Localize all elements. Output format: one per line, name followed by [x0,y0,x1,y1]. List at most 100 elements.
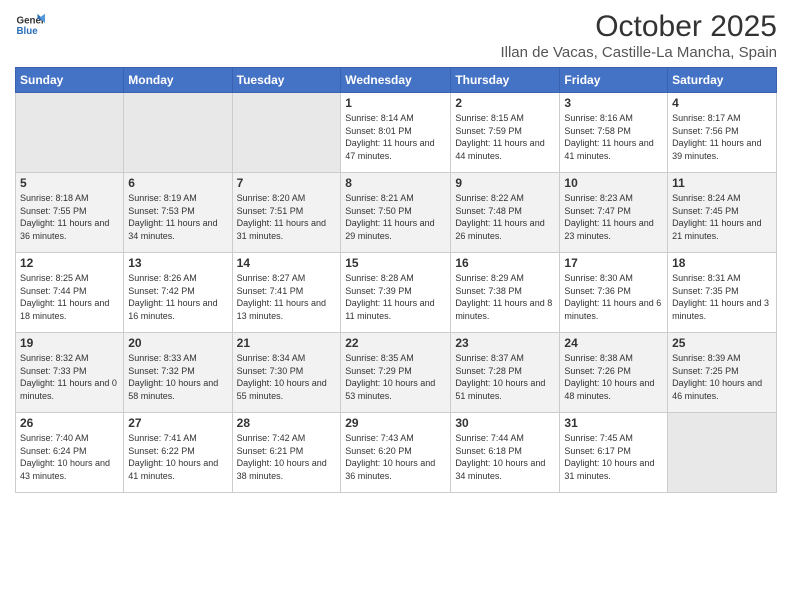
day-info: Sunrise: 8:32 AM Sunset: 7:33 PM Dayligh… [20,352,119,402]
calendar-cell: 28 Sunrise: 7:42 AM Sunset: 6:21 PM Dayli… [232,413,341,493]
col-monday: Monday [124,68,232,93]
col-thursday: Thursday [451,68,560,93]
day-number: 11 [672,176,772,190]
day-info: Sunrise: 8:30 AM Sunset: 7:36 PM Dayligh… [564,272,663,322]
day-info: Sunrise: 8:15 AM Sunset: 7:59 PM Dayligh… [455,112,555,162]
calendar-week-row: 5 Sunrise: 8:18 AM Sunset: 7:55 PM Daylig… [16,173,777,253]
day-info: Sunrise: 8:19 AM Sunset: 7:53 PM Dayligh… [128,192,227,242]
col-sunday: Sunday [16,68,124,93]
title-block: October 2025 Illan de Vacas, Castille-La… [500,10,777,61]
day-number: 30 [455,416,555,430]
day-info: Sunrise: 7:42 AM Sunset: 6:21 PM Dayligh… [237,432,337,482]
calendar-cell: 25 Sunrise: 8:39 AM Sunset: 7:25 PM Dayli… [668,333,777,413]
calendar-cell: 8Sunrise: 8:21 AM Sunset: 7:50 PM Daylig… [341,173,451,253]
calendar-week-row: 19 Sunrise: 8:32 AM Sunset: 7:33 PM Dayli… [16,333,777,413]
calendar-table: Sunday Monday Tuesday Wednesday Thursday… [15,67,777,493]
day-info: Sunrise: 8:31 AM Sunset: 7:35 PM Dayligh… [672,272,772,322]
day-number: 25 [672,336,772,350]
calendar-cell: 20 Sunrise: 8:33 AM Sunset: 7:32 PM Dayli… [124,333,232,413]
day-info: Sunrise: 8:20 AM Sunset: 7:51 PM Dayligh… [237,192,337,242]
calendar-cell: 13 Sunrise: 8:26 AM Sunset: 7:42 PM Dayli… [124,253,232,333]
calendar-cell: 18Sunrise: 8:31 AM Sunset: 7:35 PM Dayli… [668,253,777,333]
calendar-cell: 31 Sunrise: 7:45 AM Sunset: 6:17 PM Dayli… [560,413,668,493]
day-number: 31 [564,416,663,430]
calendar-cell [668,413,777,493]
day-number: 24 [564,336,663,350]
day-info: Sunrise: 8:25 AM Sunset: 7:44 PM Dayligh… [20,272,119,322]
calendar-cell: 5 Sunrise: 8:18 AM Sunset: 7:55 PM Daylig… [16,173,124,253]
day-number: 7 [237,176,337,190]
day-info: Sunrise: 8:37 AM Sunset: 7:28 PM Dayligh… [455,352,555,402]
day-info: Sunrise: 8:23 AM Sunset: 7:47 PM Dayligh… [564,192,663,242]
day-info: Sunrise: 8:38 AM Sunset: 7:26 PM Dayligh… [564,352,663,402]
day-info: Sunrise: 8:34 AM Sunset: 7:30 PM Dayligh… [237,352,337,402]
day-number: 19 [20,336,119,350]
calendar-cell: 15Sunrise: 8:28 AM Sunset: 7:39 PM Dayli… [341,253,451,333]
day-number: 13 [128,256,227,270]
day-number: 6 [128,176,227,190]
day-number: 1 [345,96,446,110]
col-saturday: Saturday [668,68,777,93]
day-info: Sunrise: 8:18 AM Sunset: 7:55 PM Dayligh… [20,192,119,242]
calendar-cell: 10 Sunrise: 8:23 AM Sunset: 7:47 PM Dayli… [560,173,668,253]
calendar-week-row: 26 Sunrise: 7:40 AM Sunset: 6:24 PM Dayli… [16,413,777,493]
day-info: Sunrise: 8:29 AM Sunset: 7:38 PM Dayligh… [455,272,555,322]
day-info: Sunrise: 7:44 AM Sunset: 6:18 PM Dayligh… [455,432,555,482]
day-info: Sunrise: 7:40 AM Sunset: 6:24 PM Dayligh… [20,432,119,482]
day-info: Sunrise: 7:45 AM Sunset: 6:17 PM Dayligh… [564,432,663,482]
day-number: 12 [20,256,119,270]
day-info: Sunrise: 7:43 AM Sunset: 6:20 PM Dayligh… [345,432,446,482]
calendar-cell: 26 Sunrise: 7:40 AM Sunset: 6:24 PM Dayli… [16,413,124,493]
day-info: Sunrise: 7:41 AM Sunset: 6:22 PM Dayligh… [128,432,227,482]
calendar-cell: 23 Sunrise: 8:37 AM Sunset: 7:28 PM Dayli… [451,333,560,413]
calendar-cell: 27 Sunrise: 7:41 AM Sunset: 6:22 PM Dayli… [124,413,232,493]
day-number: 4 [672,96,772,110]
day-number: 15 [345,256,446,270]
calendar-week-row: 1 Sunrise: 8:14 AM Sunset: 8:01 PM Daylig… [16,93,777,173]
day-info: Sunrise: 8:39 AM Sunset: 7:25 PM Dayligh… [672,352,772,402]
day-info: Sunrise: 8:35 AM Sunset: 7:29 PM Dayligh… [345,352,446,402]
day-info: Sunrise: 8:33 AM Sunset: 7:32 PM Dayligh… [128,352,227,402]
day-info: Sunrise: 8:26 AM Sunset: 7:42 PM Dayligh… [128,272,227,322]
day-number: 28 [237,416,337,430]
calendar-cell: 12 Sunrise: 8:25 AM Sunset: 7:44 PM Dayli… [16,253,124,333]
page-title: October 2025 [500,10,777,44]
calendar-cell: 4Sunrise: 8:17 AM Sunset: 7:56 PM Daylig… [668,93,777,173]
day-number: 27 [128,416,227,430]
calendar-cell: 16 Sunrise: 8:29 AM Sunset: 7:38 PM Dayli… [451,253,560,333]
calendar-cell: 19 Sunrise: 8:32 AM Sunset: 7:33 PM Dayli… [16,333,124,413]
day-number: 26 [20,416,119,430]
calendar-week-row: 12 Sunrise: 8:25 AM Sunset: 7:44 PM Dayli… [16,253,777,333]
logo-icon: General Blue [15,10,45,40]
page-header: General Blue October 2025 Illan de Vacas… [15,10,777,61]
day-number: 17 [564,256,663,270]
calendar-cell: 30 Sunrise: 7:44 AM Sunset: 6:18 PM Dayli… [451,413,560,493]
calendar-cell: 14Sunrise: 8:27 AM Sunset: 7:41 PM Dayli… [232,253,341,333]
day-number: 20 [128,336,227,350]
calendar-cell [124,93,232,173]
calendar-cell: 1 Sunrise: 8:14 AM Sunset: 8:01 PM Daylig… [341,93,451,173]
day-number: 10 [564,176,663,190]
calendar-cell [16,93,124,173]
calendar-cell: 9Sunrise: 8:22 AM Sunset: 7:48 PM Daylig… [451,173,560,253]
calendar-cell: 11 Sunrise: 8:24 AM Sunset: 7:45 PM Dayli… [668,173,777,253]
day-info: Sunrise: 8:21 AM Sunset: 7:50 PM Dayligh… [345,192,446,242]
day-number: 29 [345,416,446,430]
logo: General Blue [15,10,45,40]
calendar-cell: 6 Sunrise: 8:19 AM Sunset: 7:53 PM Daylig… [124,173,232,253]
svg-text:Blue: Blue [17,26,39,37]
day-info: Sunrise: 8:24 AM Sunset: 7:45 PM Dayligh… [672,192,772,242]
calendar-header-row: Sunday Monday Tuesday Wednesday Thursday… [16,68,777,93]
day-number: 16 [455,256,555,270]
day-info: Sunrise: 8:16 AM Sunset: 7:58 PM Dayligh… [564,112,663,162]
day-number: 22 [345,336,446,350]
day-number: 14 [237,256,337,270]
day-number: 5 [20,176,119,190]
day-info: Sunrise: 8:14 AM Sunset: 8:01 PM Dayligh… [345,112,446,162]
calendar-cell: 2 Sunrise: 8:15 AM Sunset: 7:59 PM Daylig… [451,93,560,173]
day-info: Sunrise: 8:22 AM Sunset: 7:48 PM Dayligh… [455,192,555,242]
day-number: 21 [237,336,337,350]
day-number: 23 [455,336,555,350]
calendar-cell: 22 Sunrise: 8:35 AM Sunset: 7:29 PM Dayli… [341,333,451,413]
day-number: 2 [455,96,555,110]
